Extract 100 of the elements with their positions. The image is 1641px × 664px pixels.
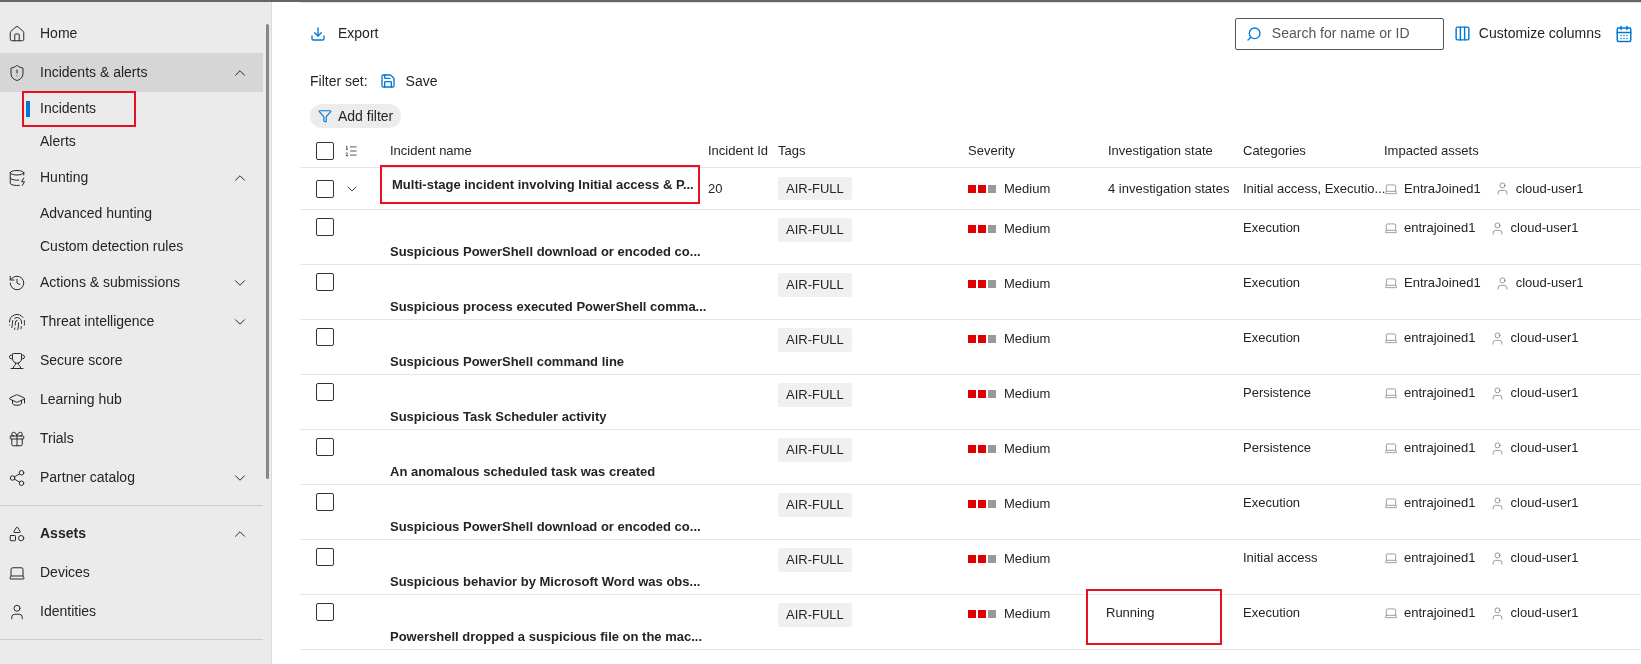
- laptop-icon: [1384, 606, 1398, 620]
- user-name[interactable]: cloud-user1: [1510, 383, 1579, 403]
- incident-name[interactable]: Multi-stage incident involving Initial access & P...: [380, 164, 700, 205]
- checkbox[interactable]: [316, 179, 334, 198]
- laptop-icon: [1384, 221, 1398, 235]
- nav-subitem[interactable]: Custom detection rules: [24, 230, 214, 263]
- categories: Execution: [1243, 494, 1302, 512]
- column-header[interactable]: Categories: [1243, 140, 1384, 161]
- checkbox[interactable]: [316, 603, 334, 621]
- export-button[interactable]: Export: [300, 17, 389, 50]
- search-field[interactable]: Search for name or ID: [1234, 17, 1444, 50]
- checkbox[interactable]: [316, 548, 334, 566]
- list-icon[interactable]: [344, 143, 358, 158]
- nav-item[interactable]: Actions & submissions: [0, 263, 263, 302]
- nav-item[interactable]: Trials: [0, 419, 263, 458]
- tag[interactable]: AIR-FULL: [778, 548, 852, 572]
- search-input[interactable]: Search for name or ID: [1271, 23, 1433, 44]
- checkbox[interactable]: [316, 438, 334, 456]
- tag[interactable]: AIR-FULL: [778, 176, 852, 201]
- user-name[interactable]: cloud-user1: [1510, 218, 1579, 238]
- user-name[interactable]: cloud-user1: [1510, 493, 1579, 513]
- tag[interactable]: AIR-FULL: [778, 273, 852, 297]
- user-name[interactable]: cloud-user1: [1510, 328, 1579, 348]
- incident-name[interactable]: Suspicious behavior by Microsoft Word was obs...: [380, 564, 711, 600]
- severity-label: Medium: [1004, 385, 1051, 404]
- checkbox[interactable]: [316, 493, 334, 511]
- laptop-icon: [1384, 551, 1398, 565]
- incident-name[interactable]: Suspicious process executed PowerShell comma...: [380, 289, 717, 325]
- user-name[interactable]: cloud-user1: [1510, 438, 1579, 458]
- search-icon: [1245, 25, 1262, 42]
- tag[interactable]: AIR-FULL: [778, 493, 852, 517]
- customize-columns-button[interactable]: Customize columns: [1453, 17, 1601, 50]
- device-name[interactable]: entrajoined1: [1404, 218, 1476, 238]
- nav-item[interactable]: Assets: [0, 514, 263, 553]
- device-name[interactable]: EntraJoined1: [1404, 178, 1481, 199]
- laptop-icon: [1384, 441, 1398, 455]
- nav-item[interactable]: Threat intelligence: [0, 302, 263, 341]
- severity-label: Medium: [1004, 440, 1051, 459]
- nav-item[interactable]: Partner catalog: [0, 458, 263, 497]
- nav-subitem[interactable]: Alerts: [24, 125, 106, 158]
- shapes-icon: [8, 524, 26, 543]
- nav-subitem[interactable]: Incidents: [24, 92, 134, 125]
- column-header[interactable]: Incident name: [380, 140, 708, 161]
- person-icon: [1489, 495, 1505, 511]
- incident-name[interactable]: An anomalous scheduled task was created: [380, 454, 666, 490]
- investigation-state: Running: [1088, 591, 1220, 643]
- device-name[interactable]: entrajoined1: [1404, 603, 1476, 623]
- user-name[interactable]: cloud-user1: [1510, 548, 1579, 568]
- checkbox[interactable]: [316, 273, 334, 291]
- tag[interactable]: AIR-FULL: [778, 438, 852, 462]
- tag[interactable]: AIR-FULL: [778, 603, 852, 627]
- laptop-icon: [1384, 386, 1398, 400]
- user-name[interactable]: cloud-user1: [1515, 178, 1584, 199]
- device-name[interactable]: entrajoined1: [1404, 328, 1476, 348]
- column-header[interactable]: Investigation state: [1108, 140, 1243, 161]
- user-name[interactable]: cloud-user1: [1515, 273, 1584, 293]
- device-name[interactable]: entrajoined1: [1404, 493, 1476, 513]
- device-name[interactable]: EntraJoined1: [1404, 273, 1481, 293]
- person-icon: [1489, 440, 1505, 456]
- nav-item[interactable]: Devices: [0, 553, 263, 592]
- checkbox[interactable]: [316, 141, 334, 160]
- checkbox[interactable]: [316, 328, 334, 346]
- device-name[interactable]: entrajoined1: [1404, 438, 1476, 458]
- person-icon: [1489, 220, 1505, 236]
- add-filter-button[interactable]: Add filter: [310, 104, 402, 128]
- scrollbar[interactable]: [266, 24, 269, 479]
- nav-subitem[interactable]: Advanced hunting: [24, 197, 183, 230]
- incident-name[interactable]: Suspicious PowerShell command line: [380, 344, 635, 380]
- device-name[interactable]: entrajoined1: [1404, 383, 1476, 403]
- nav-item[interactable]: Incidents & alerts: [0, 53, 263, 92]
- incident-name[interactable]: Powershell dropped a suspicious file on the mac...: [380, 619, 713, 655]
- user-name[interactable]: cloud-user1: [1510, 603, 1579, 623]
- calendar-icon[interactable]: [1615, 24, 1633, 43]
- tag[interactable]: AIR-FULL: [778, 383, 852, 407]
- nav-item[interactable]: Learning hub: [0, 380, 263, 419]
- nav-item[interactable]: Secure score: [0, 341, 263, 380]
- checkbox[interactable]: [316, 383, 334, 401]
- incident-name[interactable]: Suspicious Task Scheduler activity: [380, 399, 617, 435]
- nav-item[interactable]: Hunting: [0, 158, 263, 197]
- severity-label: Medium: [1004, 495, 1051, 514]
- fingerprint-icon: [8, 312, 26, 331]
- tag[interactable]: AIR-FULL: [778, 218, 852, 242]
- device-name[interactable]: entrajoined1: [1404, 548, 1476, 568]
- incident-name[interactable]: Suspicious PowerShell download or encoded co...: [380, 234, 711, 270]
- column-header[interactable]: Impacted assets: [1384, 140, 1641, 161]
- checkbox[interactable]: [316, 218, 334, 236]
- categories: Execution: [1243, 604, 1302, 622]
- nav-item[interactable]: Identities: [0, 592, 263, 631]
- tag[interactable]: AIR-FULL: [778, 328, 852, 352]
- save-button[interactable]: Save: [379, 70, 438, 92]
- gift-icon: [8, 429, 26, 448]
- categories: Execution: [1243, 274, 1302, 292]
- categories: Execution: [1243, 219, 1302, 237]
- column-header[interactable]: Severity: [968, 140, 1108, 161]
- column-header[interactable]: Incident Id: [708, 140, 778, 161]
- incident-id: 20: [708, 180, 723, 196]
- incident-name[interactable]: Suspicious PowerShell download or encoded co...: [380, 509, 711, 545]
- column-header[interactable]: Tags: [778, 140, 968, 161]
- categories: Execution: [1243, 329, 1302, 347]
- nav-item[interactable]: Home: [0, 14, 263, 53]
